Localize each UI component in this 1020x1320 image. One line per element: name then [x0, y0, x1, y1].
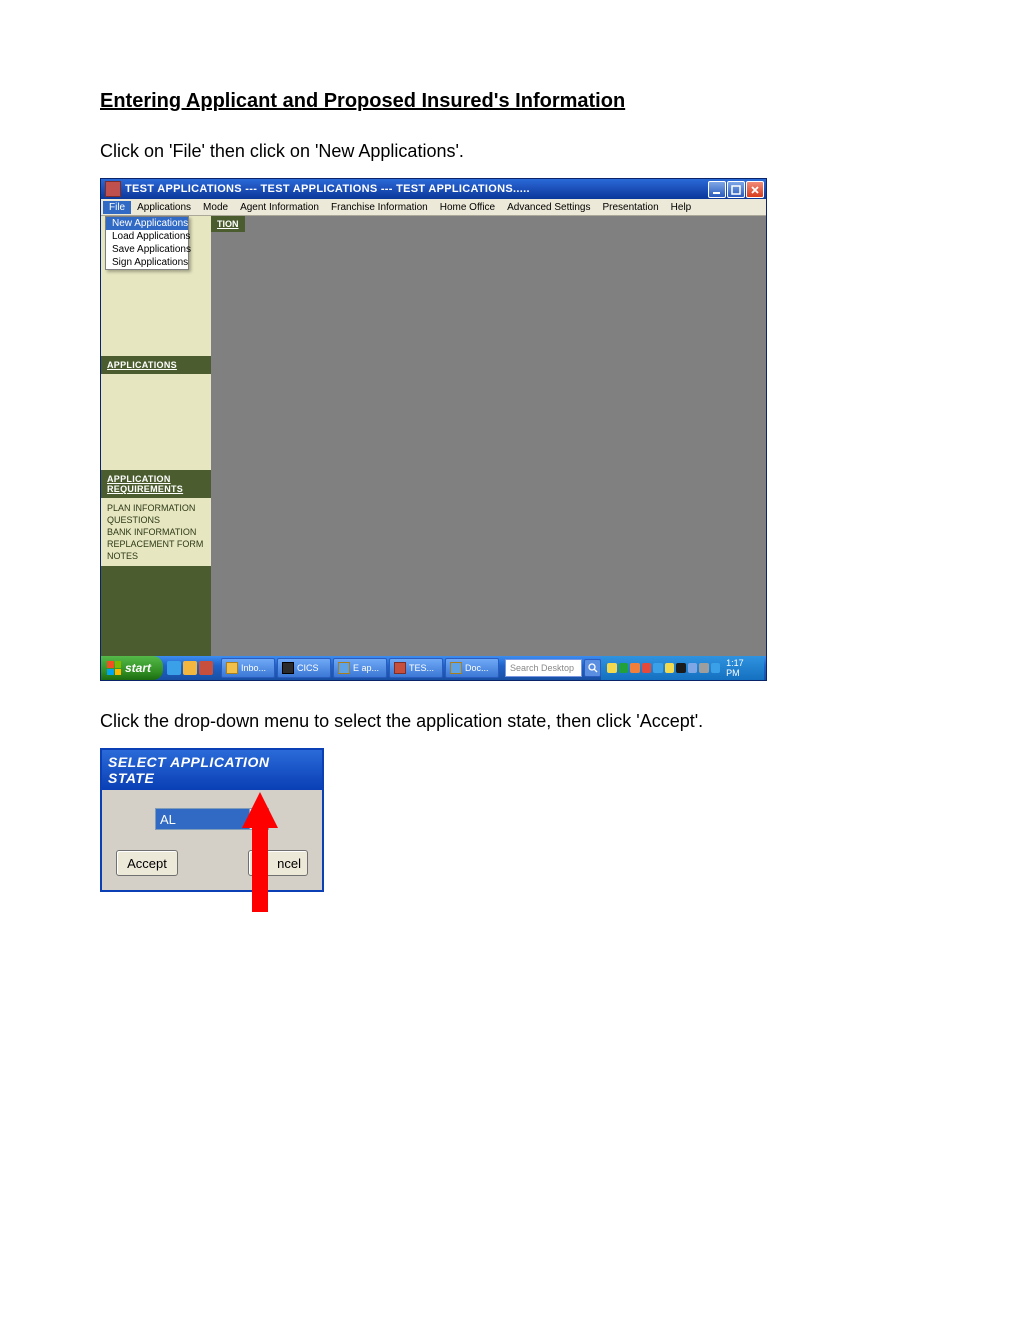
- task-icon: [282, 662, 294, 674]
- window-title: TEST APPLICATIONS --- TEST APPLICATIONS …: [125, 183, 530, 195]
- minimize-button[interactable]: [708, 181, 726, 198]
- task-label: E ap...: [353, 663, 379, 673]
- sidebar-header-applications: APPLICATIONS: [101, 356, 211, 374]
- main-content-area: TION: [211, 216, 766, 656]
- menubar: File Applications Mode Agent Information…: [101, 199, 766, 216]
- file-menu-save-applications[interactable]: Save Applications: [106, 243, 188, 256]
- start-button[interactable]: start: [101, 656, 163, 680]
- start-label: start: [125, 661, 151, 675]
- task-tes[interactable]: TES...: [389, 658, 443, 678]
- requirement-plan-information[interactable]: PLAN INFORMATION: [107, 502, 205, 514]
- tray-icon[interactable]: [665, 663, 674, 673]
- annotation-arrow-icon: [242, 792, 278, 912]
- system-tray: 1:17 PM: [601, 656, 764, 680]
- menu-presentation[interactable]: Presentation: [597, 201, 665, 214]
- task-doc[interactable]: Doc...: [445, 658, 499, 678]
- task-icon: [450, 662, 462, 674]
- instruction-step-1: Click on 'File' then click on 'New Appli…: [100, 141, 920, 162]
- window-titlebar[interactable]: TEST APPLICATIONS --- TEST APPLICATIONS …: [101, 179, 766, 199]
- task-icon: [394, 662, 406, 674]
- menu-agent-information[interactable]: Agent Information: [234, 201, 325, 214]
- menu-applications[interactable]: Applications: [131, 201, 197, 214]
- search-button[interactable]: [584, 659, 601, 677]
- file-dropdown-menu: New Applications Load Applications Save …: [105, 216, 189, 270]
- app-window-screenshot: TEST APPLICATIONS --- TEST APPLICATIONS …: [100, 178, 767, 681]
- accept-button[interactable]: Accept: [116, 850, 178, 876]
- sidebar-panel-applications: [101, 374, 211, 470]
- app-icon: [105, 181, 121, 197]
- tray-icon[interactable]: [619, 663, 628, 673]
- task-inbox[interactable]: Inbo...: [221, 658, 275, 678]
- task-label: CICS: [297, 663, 319, 673]
- tray-icon[interactable]: [711, 663, 720, 673]
- menu-franchise-information[interactable]: Franchise Information: [325, 201, 434, 214]
- windows-logo-icon: [107, 661, 121, 675]
- search-desktop-input[interactable]: Search Desktop: [505, 659, 582, 677]
- taskbar-clock: 1:17 PM: [726, 658, 758, 678]
- sidebar-header-fragment: TION: [211, 216, 245, 232]
- quicklaunch-app-icon[interactable]: [199, 661, 213, 675]
- quick-launch: [167, 661, 213, 675]
- tray-icon[interactable]: [630, 663, 639, 673]
- file-menu-new-applications[interactable]: New Applications: [106, 217, 188, 230]
- sidebar-header-requirements: APPLICATION REQUIREMENTS: [101, 470, 211, 498]
- maximize-button[interactable]: [727, 181, 745, 198]
- tray-icon[interactable]: [688, 663, 697, 673]
- file-menu-load-applications[interactable]: Load Applications: [106, 230, 188, 243]
- task-label: Doc...: [465, 663, 489, 673]
- tray-icon[interactable]: [653, 663, 662, 673]
- menu-help[interactable]: Help: [665, 201, 698, 214]
- quicklaunch-outlook-icon[interactable]: [183, 661, 197, 675]
- state-dropdown-value: AL: [156, 809, 249, 829]
- requirement-notes[interactable]: NOTES: [107, 550, 205, 562]
- dialog-screenshot: SELECT APPLICATION STATE AL Accept ncel: [100, 748, 328, 892]
- menu-advanced-settings[interactable]: Advanced Settings: [501, 201, 596, 214]
- dialog-title: SELECT APPLICATION STATE: [102, 750, 322, 790]
- page-heading: Entering Applicant and Proposed Insured'…: [100, 90, 920, 113]
- tray-icon[interactable]: [607, 663, 616, 673]
- tray-icon[interactable]: [642, 663, 651, 673]
- taskbar-items: Inbo... CICS E ap... TES... Doc...: [221, 658, 499, 678]
- task-label: Inbo...: [241, 663, 266, 673]
- quicklaunch-ie-icon[interactable]: [167, 661, 181, 675]
- sidebar: APPLICATIONS APPLICATION REQUIREMENTS PL…: [101, 216, 211, 656]
- task-cics[interactable]: CICS: [277, 658, 331, 678]
- task-icon: [226, 662, 238, 674]
- instruction-step-2: Click the drop-down menu to select the a…: [100, 711, 920, 732]
- tray-icon[interactable]: [676, 663, 685, 673]
- task-label: TES...: [409, 663, 434, 673]
- taskbar: start Inbo... CICS E ap... TES... Doc...…: [101, 656, 766, 680]
- requirement-bank-information[interactable]: BANK INFORMATION: [107, 526, 205, 538]
- menu-file[interactable]: File: [103, 201, 131, 214]
- task-eap[interactable]: E ap...: [333, 658, 387, 678]
- file-menu-sign-applications[interactable]: Sign Applications: [106, 256, 188, 269]
- task-icon: [338, 662, 350, 674]
- requirement-replacement-form[interactable]: REPLACEMENT FORM: [107, 538, 205, 550]
- menu-mode[interactable]: Mode: [197, 201, 234, 214]
- menu-home-office[interactable]: Home Office: [434, 201, 501, 214]
- tray-icon[interactable]: [699, 663, 708, 673]
- sidebar-requirements-list: PLAN INFORMATION QUESTIONS BANK INFORMAT…: [101, 498, 211, 566]
- client-area: New Applications Load Applications Save …: [101, 216, 766, 656]
- requirement-questions[interactable]: QUESTIONS: [107, 514, 205, 526]
- select-state-dialog: SELECT APPLICATION STATE AL Accept ncel: [100, 748, 324, 892]
- close-button[interactable]: [746, 181, 764, 198]
